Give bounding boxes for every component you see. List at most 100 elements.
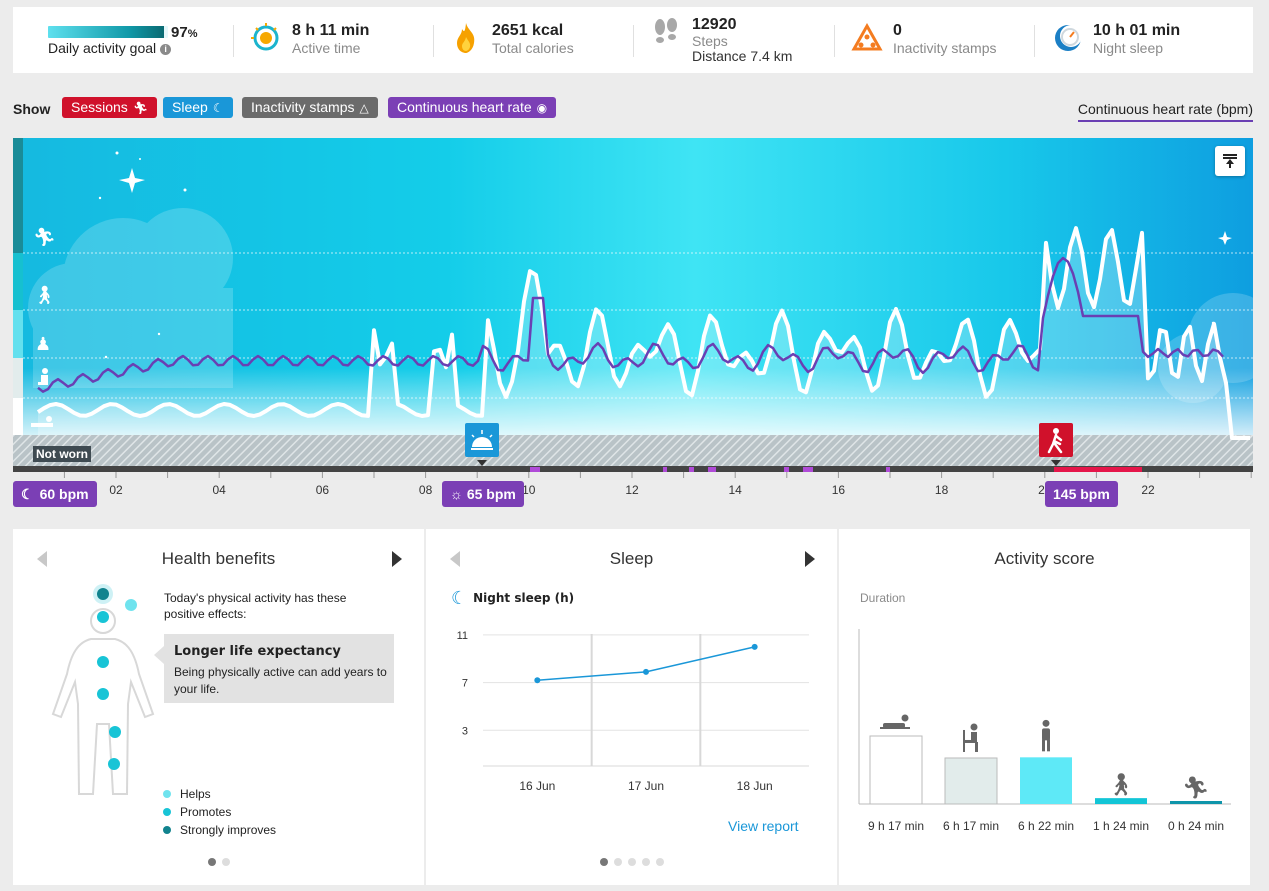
score-bar[interactable]: [944, 757, 998, 805]
x-tick-label: 18 Jun: [737, 779, 773, 793]
x-tick-label: 16 Jun: [519, 779, 555, 793]
inactivity-value: 0: [893, 22, 902, 39]
running-icon: 🏃︎: [33, 227, 56, 248]
activity-score-panel: Activity score Duration 9 h 17 min 6 h 17…: [839, 529, 1250, 885]
info-icon[interactable]: i: [160, 44, 172, 55]
timeline-segment: [689, 467, 694, 472]
bar-label: 0 h 24 min: [1168, 819, 1224, 833]
filter-sleep[interactable]: Sleep ☾: [163, 97, 233, 118]
pager-dot[interactable]: [221, 858, 230, 866]
time-label: 02: [109, 483, 123, 497]
pager-dot[interactable]: [655, 858, 664, 866]
sleep-series-line: [537, 646, 755, 681]
heart-rate-legend[interactable]: Continuous heart rate (bpm): [1077, 101, 1253, 122]
score-bar[interactable]: [1095, 798, 1147, 804]
activity-timeline-svg: 🏃︎ 🚶︎ ♟︎: [13, 138, 1253, 478]
health-intro: Today's physical activity has these posi…: [164, 591, 347, 621]
bpm-badge-sleep[interactable]: ☾ 60 bpm: [13, 481, 97, 507]
timeline-segment: [708, 467, 716, 472]
sleep-point[interactable]: [643, 668, 649, 675]
pager-dot[interactable]: [207, 858, 216, 866]
legend-helps: Helps: [163, 785, 276, 803]
filter-sessions[interactable]: Sessions 🏃︎: [62, 97, 158, 118]
benefit-legend: Helps Promotes Strongly improves: [163, 785, 276, 839]
timeline-segment: [530, 467, 540, 472]
calories-label: Total calories: [492, 40, 574, 56]
bpm-badge-session[interactable]: 145 bpm: [1045, 481, 1118, 507]
bpm-badge-wake[interactable]: ☼ 65 bpm: [442, 481, 524, 507]
next-arrow-icon[interactable]: [392, 551, 402, 567]
svg-text:🚶︎: 🚶︎: [1107, 773, 1135, 798]
running-icon: 🏃︎: [1182, 776, 1210, 801]
chart-filters: Show Sessions 🏃︎ Sleep ☾ Inactivity stamps…: [13, 97, 1253, 122]
time-label: 16: [831, 483, 846, 497]
goal-progress-fill: [48, 26, 165, 38]
time-label: 12: [625, 483, 639, 497]
heart-rate-icon: ◉: [536, 101, 548, 115]
bpm-badge-wake-value: 65 bpm: [466, 486, 516, 502]
filter-inactivity[interactable]: Inactivity stamps △: [242, 97, 378, 118]
runner-icon: 🏃︎: [132, 101, 149, 115]
activity-timeline-chart: 🏃︎ 🚶︎ ♟︎ Not worn 02 04 06 08 10 12 14 1…: [13, 138, 1253, 513]
calories-value: 2651 kcal: [492, 22, 564, 39]
score-bar[interactable]: [1170, 801, 1222, 804]
show-label: Show: [13, 101, 51, 117]
score-bar[interactable]: [1020, 757, 1072, 804]
sun-icon: [251, 23, 279, 51]
legend-strongly-improves: Strongly improves: [163, 821, 276, 839]
sleep-label: Night sleep: [1093, 40, 1164, 56]
time-label: 14: [728, 483, 742, 497]
time-label: 22: [1141, 483, 1155, 497]
timeline-segment: [663, 467, 667, 472]
pager-dot[interactable]: [641, 858, 650, 866]
goal-progress-bar: [48, 26, 168, 38]
timeline-segment: [803, 467, 813, 472]
pager-dot[interactable]: [613, 858, 622, 866]
moon-icon: ☾: [451, 588, 468, 609]
filter-sessions-label: Sessions: [71, 99, 128, 115]
benefit-text: Being physically active can add years to…: [174, 665, 387, 696]
triangle-icon: [851, 22, 883, 51]
export-button[interactable]: [1215, 146, 1245, 176]
triangle-icon: △: [359, 101, 369, 115]
y-tick-label: 7: [462, 678, 468, 690]
active-time-value: 8 h 11 min: [292, 22, 370, 39]
activity-score-bar-chart: 9 h 17 min 6 h 17 min 6 h 22 min 🚶︎ 1 h 24 m…: [858, 629, 1231, 833]
pager-dot[interactable]: [599, 858, 608, 866]
pager-dot[interactable]: [627, 858, 636, 866]
health-benefits-panel: Health benefits Today's physical activit…: [13, 529, 424, 885]
filter-heart-rate[interactable]: Continuous heart rate ◉: [388, 97, 557, 118]
bar-label: 1 h 24 min: [1093, 819, 1149, 833]
sleep-panel: Sleep ☾ Night sleep (h) 11 7 3 16 Jun 17 Jun 1…: [426, 529, 837, 885]
time-label: 10: [522, 483, 536, 497]
bar-label: 6 h 22 min: [1018, 819, 1074, 833]
x-tick-label: 17 Jun: [628, 779, 664, 793]
goal-label: Daily activity goal i: [48, 40, 172, 56]
sleep-point[interactable]: [751, 643, 758, 650]
bpm-badge-sleep-value: 60 bpm: [39, 486, 89, 502]
active-time-label: Active time: [292, 40, 361, 56]
standing-icon: ♟︎: [35, 334, 51, 355]
filter-sleep-label: Sleep: [172, 99, 208, 115]
body-figure-icon: [51, 584, 155, 795]
activity-score-subtitle: Duration: [860, 591, 906, 605]
sleep-pager: [426, 853, 837, 871]
next-arrow-icon[interactable]: [805, 551, 815, 567]
svg-text:🏃︎: 🏃︎: [1182, 776, 1210, 801]
timeline-segment: [1054, 467, 1142, 472]
sleep-point[interactable]: [534, 677, 541, 684]
not-worn-label: Not worn: [33, 446, 91, 462]
score-bar[interactable]: [869, 735, 923, 805]
filter-inactivity-label: Inactivity stamps: [251, 99, 355, 115]
sleep-subtitle: ☾ Night sleep (h): [451, 588, 575, 609]
filter-heart-rate-label: Continuous heart rate: [397, 99, 532, 115]
benefit-title: Longer life expectancy: [174, 644, 341, 659]
steps-label: Steps: [692, 33, 728, 49]
flame-icon: [457, 23, 475, 53]
moon-icon: ☾: [21, 486, 34, 502]
daily-summary-bar: 97% Daily activity goal i 8 h 11 min Acti…: [13, 7, 1253, 73]
view-report-link[interactable]: View report: [728, 818, 799, 834]
y-tick-label: 3: [462, 725, 468, 737]
moon-clock-icon: [1055, 25, 1082, 51]
lying-icon: [880, 714, 910, 729]
